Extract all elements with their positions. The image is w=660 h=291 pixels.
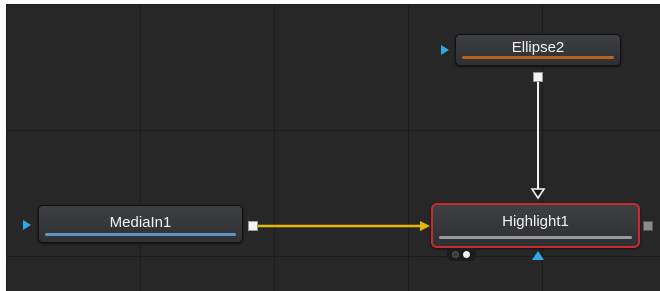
node-color-bar xyxy=(45,233,236,236)
node-label: MediaIn1 xyxy=(109,214,172,231)
mediain1-input-port-icon[interactable] xyxy=(23,220,31,230)
node-label: Highlight1 xyxy=(502,213,569,230)
node-highlight1[interactable]: Highlight1 xyxy=(431,203,640,248)
ellipse2-input-port-icon[interactable] xyxy=(441,45,449,55)
node-color-bar xyxy=(462,56,614,59)
node-mediain1[interactable]: MediaIn1 xyxy=(38,205,243,243)
view-indicator[interactable] xyxy=(447,248,476,261)
ellipse2-output-port-icon[interactable] xyxy=(533,72,543,82)
view-left-dot-icon[interactable] xyxy=(452,251,459,258)
highlight1-output-port-icon[interactable] xyxy=(643,221,653,231)
node-ellipse2[interactable]: Ellipse2 xyxy=(455,34,621,66)
node-color-bar xyxy=(439,236,632,239)
highlight1-effect-mask-input-icon[interactable] xyxy=(532,251,544,260)
mediain1-output-port-icon[interactable] xyxy=(248,221,258,231)
view-right-dot-icon[interactable] xyxy=(463,251,470,258)
node-label: Ellipse2 xyxy=(511,39,565,56)
